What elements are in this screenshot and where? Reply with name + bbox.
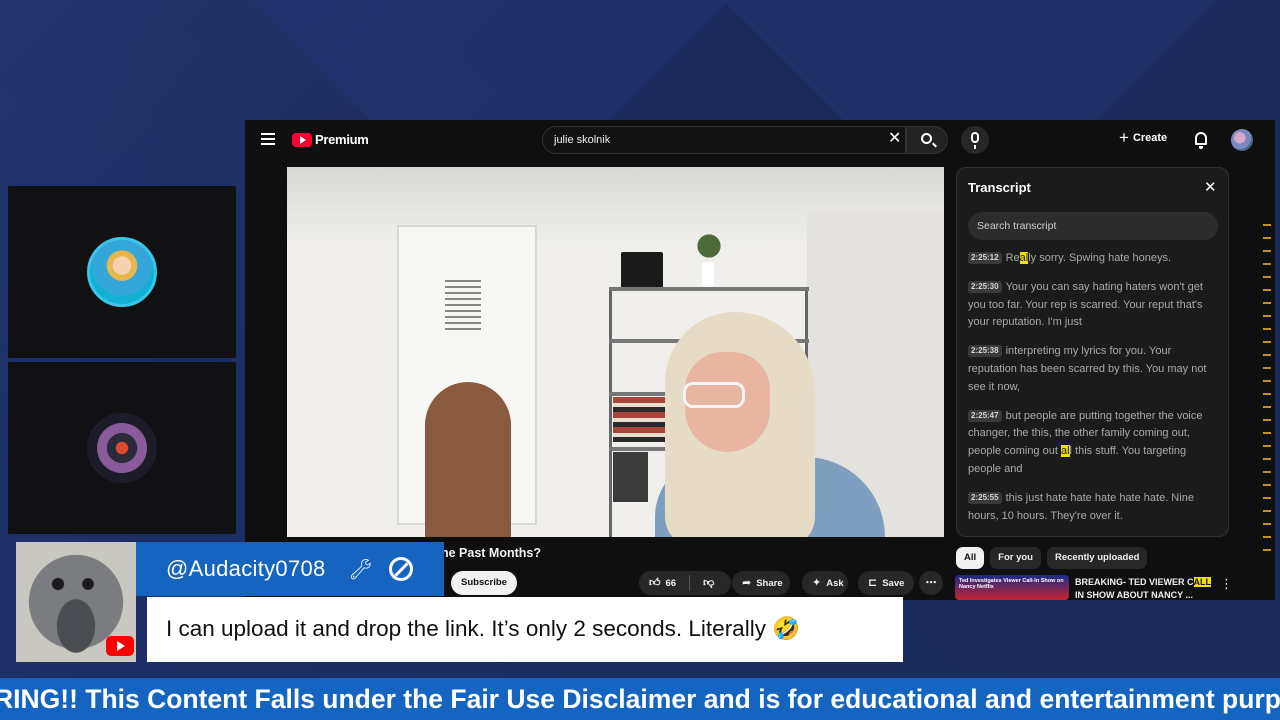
transcript-text: ly sorry. Spwing hate honeys.: [1028, 252, 1172, 264]
plus-icon: +: [1119, 128, 1129, 147]
participant-avatar: [87, 237, 157, 307]
ticker-text: RING!! This Content Falls under the Fair…: [0, 684, 1280, 714]
create-label: Create: [1132, 132, 1168, 144]
transcript-text: Re: [1005, 252, 1020, 264]
like-count: 66: [665, 577, 677, 589]
transcript-entry[interactable]: 2:25:12 Really sorry. Spwing hate honeys.: [968, 250, 1220, 268]
scroll-markers: [1263, 224, 1271, 562]
participant-tile-1: [8, 186, 236, 358]
thumbnail-text: Ted Investigates Viewer Call-In Show on …: [959, 578, 1064, 590]
transcript-entry[interactable]: 2:25:55 this just hate hate hate hate hat…: [968, 490, 1220, 526]
transcript-entry[interactable]: 2:25:47 but people are putting together t…: [968, 408, 1220, 479]
ticker-bar: RING!! This Content Falls under the Fair…: [0, 678, 1280, 720]
chat-name-bar: @Audacity0708 🔧︎: [136, 542, 444, 596]
chat-message-box: I can upload it and drop the link. It’s …: [147, 597, 903, 662]
create-button[interactable]: + Create: [1119, 128, 1168, 147]
avatar[interactable]: [1231, 129, 1253, 151]
close-icon[interactable]: ✕: [1204, 178, 1217, 196]
search-icon: [921, 133, 932, 144]
share-label: Share: [756, 577, 783, 589]
video-scene-arch: [425, 382, 511, 537]
share-icon: ➦: [742, 576, 752, 589]
more-icon[interactable]: ⋮: [1220, 576, 1233, 592]
timestamp[interactable]: 2:25:38: [968, 345, 1002, 358]
save-label: Save: [882, 577, 905, 589]
ask-label: Ask: [826, 577, 844, 589]
youtube-badge-icon: [106, 636, 134, 656]
video-player[interactable]: [287, 167, 944, 537]
chip-recently-uploaded[interactable]: Recently uploaded: [1046, 547, 1148, 569]
timestamp[interactable]: 2:25:55: [968, 491, 1002, 504]
timestamp[interactable]: 2:25:30: [968, 280, 1002, 293]
video-scene-poster: [445, 280, 481, 330]
chat-username: @Audacity0708: [166, 556, 326, 581]
share-button[interactable]: ➦ Share: [732, 571, 790, 595]
save-icon: ⊏: [868, 576, 878, 589]
logo-text: Premium: [315, 132, 369, 147]
ask-button[interactable]: ✦ Ask: [802, 571, 848, 595]
recommendation-title-text: BREAKING- TED VIEWER C: [1075, 577, 1194, 587]
ban-icon: [389, 557, 413, 581]
transcript-entry[interactable]: 2:25:30 Your you can say hating haters wo…: [968, 279, 1220, 332]
filter-chips: All For you Recently uploaded: [956, 547, 1148, 569]
video-scene-speaker: [621, 252, 663, 288]
participant-tile-2: [8, 362, 236, 534]
like-icon[interactable]: 👍︎: [649, 577, 661, 589]
video-scene-plant: [692, 227, 726, 265]
chip-all[interactable]: All: [956, 547, 985, 569]
transcript-text: this just hate hate hate hate hate. Nine…: [968, 491, 1194, 522]
recommendation-title-text: IN SHOW ABOUT NANCY ...: [1075, 590, 1194, 600]
save-button[interactable]: ⊏ Save: [858, 571, 914, 595]
search-button[interactable]: [906, 126, 948, 154]
like-divider: [689, 575, 691, 591]
youtube-logo[interactable]: Premium: [292, 132, 369, 147]
timestamp[interactable]: 2:25:47: [968, 409, 1002, 422]
transcript-highlight: al: [1019, 252, 1029, 264]
timestamp[interactable]: 2:25:12: [968, 252, 1002, 264]
transcript-search-input[interactable]: Search transcript: [968, 212, 1218, 240]
chat-message: I can upload it and drop the link. It’s …: [166, 616, 801, 641]
transcript-text: interpreting my lyrics for you. Your rep…: [968, 345, 1207, 393]
chip-for-you[interactable]: For you: [990, 547, 1041, 569]
bell-icon[interactable]: [1195, 132, 1207, 149]
participant-avatar: [87, 413, 157, 483]
transcript-text: Your you can say hating haters won't get…: [968, 280, 1203, 329]
recommendation-title[interactable]: BREAKING- TED VIEWER CALL IN SHOW ABOUT …: [1075, 576, 1215, 602]
search-input[interactable]: julie skolnik: [542, 126, 906, 154]
subscribe-button[interactable]: Subscribe: [451, 571, 517, 595]
more-icon: ⋯: [925, 576, 937, 589]
recommendation-thumbnail[interactable]: Ted Investigates Viewer Call-In Show on …: [955, 575, 1069, 600]
video-scene-vase: [702, 262, 714, 287]
video-scene-books: [613, 452, 648, 502]
transcript-entry[interactable]: 2:25:38 interpreting my lyrics for you. Y…: [968, 343, 1220, 396]
youtube-header: Premium julie skolnik ✕ + Create: [245, 120, 1275, 160]
youtube-window: Premium julie skolnik ✕ + Create he Past…: [245, 120, 1275, 600]
voice-search-button[interactable]: [961, 126, 989, 154]
close-icon[interactable]: ✕: [888, 130, 901, 148]
transcript-highlight: al: [1060, 445, 1070, 458]
video-title: he Past Months?: [441, 546, 542, 560]
transcript-panel: Transcript ✕ Search transcript 2:25:12 Re…: [956, 167, 1229, 537]
youtube-logo-icon: [292, 132, 312, 147]
menu-icon[interactable]: [261, 133, 275, 145]
like-dislike-button[interactable]: 👍︎ 66 👎︎: [639, 571, 731, 595]
mic-icon: [971, 132, 979, 149]
more-button[interactable]: ⋯: [919, 571, 943, 595]
recommendation-title-highlight: ALL: [1193, 577, 1211, 587]
ask-icon: ✦: [812, 576, 822, 589]
transcript-title: Transcript: [968, 180, 1031, 195]
video-person: [645, 307, 915, 537]
transcript-list: 2:25:12 Really sorry. Spwing hate honeys.…: [968, 250, 1220, 536]
dislike-icon[interactable]: 👎︎: [703, 577, 714, 589]
wrench-icon: 🔧︎: [348, 559, 374, 581]
